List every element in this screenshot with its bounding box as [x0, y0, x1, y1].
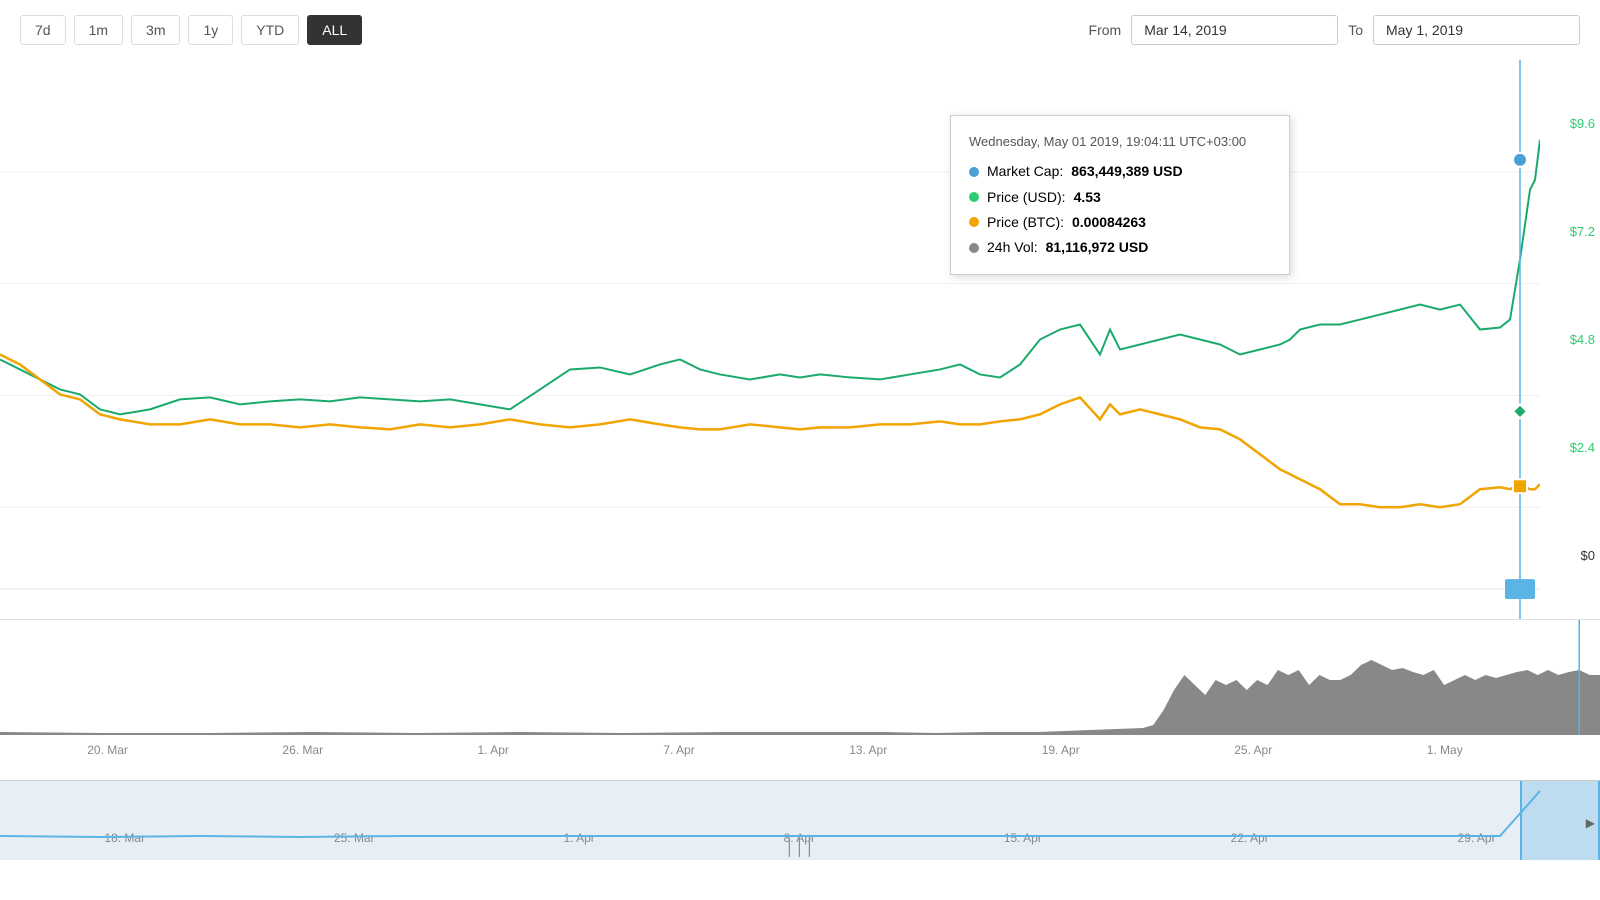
tooltip-pricebtc-label: Price (BTC): [987, 210, 1064, 235]
main-chart[interactable]: $9.6 $7.2 $4.8 $2.4 $0 Wednesday, May 01… [0, 60, 1600, 620]
to-date-input[interactable] [1373, 15, 1580, 45]
x-label-3: 7. Apr [663, 743, 694, 765]
date-range: From To [1089, 15, 1580, 45]
y-label-24: $2.4 [1545, 440, 1595, 455]
x-label-4: 13. Apr [849, 743, 887, 765]
x-axis: 20. Mar 26. Mar 1. Apr 7. Apr 13. Apr 19… [0, 735, 1600, 765]
y-label-72: $7.2 [1545, 224, 1595, 239]
tooltip-vol-label: 24h Vol: [987, 235, 1038, 260]
tooltip-marketcap-value: 863,449,389 USD [1071, 159, 1182, 184]
x-label-5: 19. Apr [1042, 743, 1080, 765]
x-label-0: 20. Mar [87, 743, 128, 765]
btn-all[interactable]: ALL [307, 15, 362, 45]
x-label-2: 1. Apr [478, 743, 509, 765]
btn-1m[interactable]: 1m [74, 15, 123, 45]
btn-1y[interactable]: 1y [188, 15, 233, 45]
y-label-48: $4.8 [1545, 332, 1595, 347]
navigator-line-svg [0, 781, 1600, 841]
btn-3m[interactable]: 3m [131, 15, 180, 45]
tooltip: Wednesday, May 01 2019, 19:04:11 UTC+03:… [950, 115, 1290, 275]
y-axis-labels: $9.6 $7.2 $4.8 $2.4 $0 [1540, 60, 1600, 619]
tooltip-vol-row: 24h Vol: 81,116,972 USD [969, 235, 1271, 260]
dot-marketcap [969, 167, 979, 177]
tooltip-pricebtc-value: 0.00084263 [1072, 210, 1146, 235]
y-label-96: $9.6 [1545, 116, 1595, 131]
scroll-right-arrow[interactable]: ▶ [1586, 816, 1595, 830]
dot-vol [969, 243, 979, 253]
navigator[interactable]: 18. Mar 25. Mar 1. Apr 8. Apr 15. Apr 22… [0, 780, 1600, 860]
dot-priceusd [969, 192, 979, 202]
tooltip-priceusd-row: Price (USD): 4.53 [969, 185, 1271, 210]
price-chart-svg [0, 60, 1540, 619]
tooltip-marketcap-row: Market Cap: 863,449,389 USD [969, 159, 1271, 184]
from-label: From [1089, 22, 1122, 38]
dot-pricebtc [969, 217, 979, 227]
btn-7d[interactable]: 7d [20, 15, 66, 45]
tooltip-marketcap-label: Market Cap: [987, 159, 1063, 184]
top-bar: 7d 1m 3m 1y YTD ALL From To [0, 0, 1600, 60]
tooltip-pricebtc-row: Price (BTC): 0.00084263 [969, 210, 1271, 235]
volume-svg [0, 620, 1600, 735]
x-label-7: 1. May [1427, 743, 1463, 765]
tooltip-title: Wednesday, May 01 2019, 19:04:11 UTC+03:… [969, 130, 1271, 153]
volume-chart [0, 620, 1600, 735]
tooltip-priceusd-label: Price (USD): [987, 185, 1066, 210]
tooltip-priceusd-value: 4.53 [1074, 185, 1101, 210]
to-label: To [1348, 22, 1363, 38]
btn-ytd[interactable]: YTD [241, 15, 299, 45]
x-label-6: 25. Apr [1234, 743, 1272, 765]
x-label-1: 26. Mar [282, 743, 323, 765]
tooltip-vol-value: 81,116,972 USD [1046, 235, 1149, 260]
from-date-input[interactable] [1131, 15, 1338, 45]
chart-wrapper: $9.6 $7.2 $4.8 $2.4 $0 Wednesday, May 01… [0, 60, 1600, 780]
scroll-handle[interactable]: │││ [777, 836, 823, 860]
y-label-0: $0 [1545, 548, 1595, 563]
